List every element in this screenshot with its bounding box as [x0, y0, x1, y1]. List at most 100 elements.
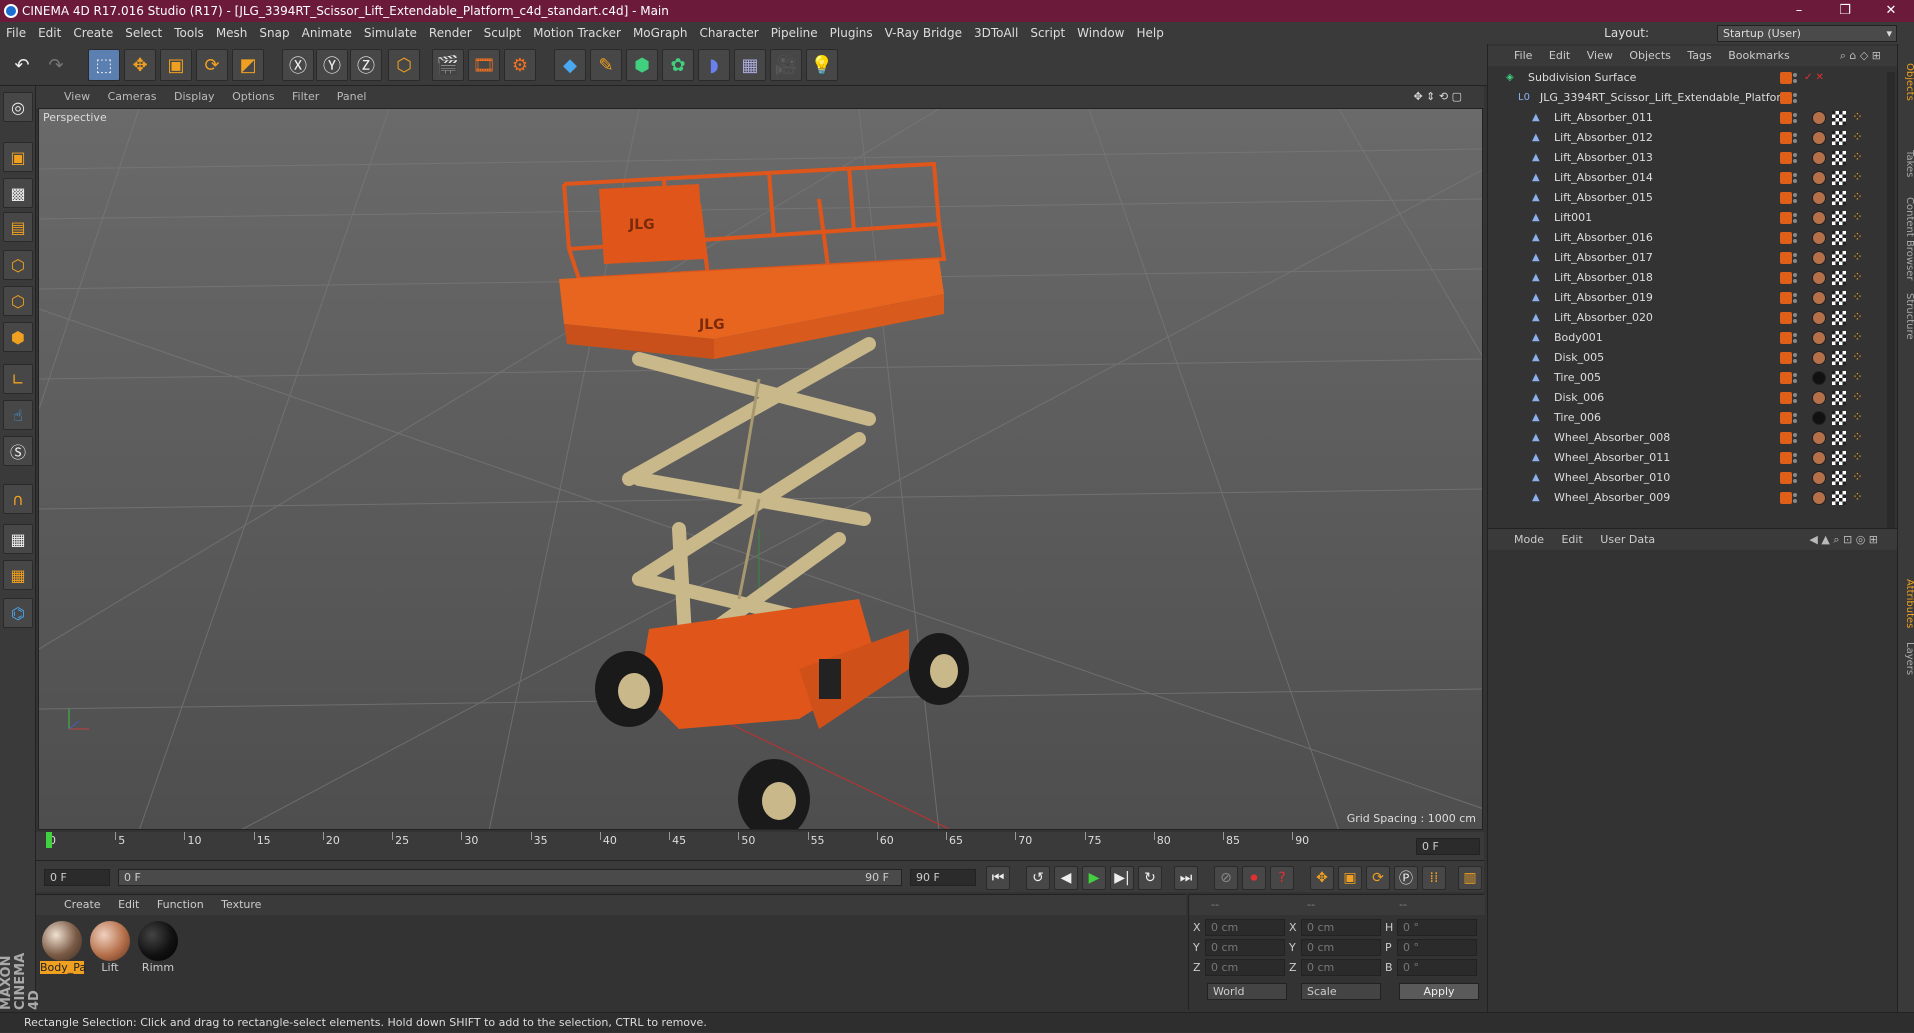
texture-tag-icon[interactable]	[1832, 291, 1846, 305]
coord-value-field[interactable]: 0 cm	[1205, 939, 1285, 956]
selection-tag-icon[interactable]: ⁘	[1852, 348, 1863, 368]
texture-tag-icon[interactable]	[1832, 171, 1846, 185]
obj-menu-tags[interactable]: Tags	[1687, 49, 1711, 62]
texture-tag-icon[interactable]	[1832, 491, 1846, 505]
layer-color-tag[interactable]	[1780, 232, 1792, 244]
material-tag-icon[interactable]	[1812, 411, 1826, 425]
material-tag-icon[interactable]	[1812, 251, 1826, 265]
menu-pipeline[interactable]: Pipeline	[765, 22, 824, 44]
coord-value-field[interactable]: 0 cm	[1301, 959, 1381, 976]
texture-tag-icon[interactable]	[1832, 251, 1846, 265]
material-tag-icon[interactable]	[1812, 431, 1826, 445]
coord-value-field[interactable]: 0 cm	[1301, 919, 1381, 936]
viewport-menu-cameras[interactable]: Cameras	[108, 90, 157, 103]
nurbs-icon[interactable]: ⬢	[626, 49, 658, 81]
key-rotation-icon[interactable]: ⟳	[1366, 866, 1390, 890]
attr-menu-edit[interactable]: Edit	[1561, 533, 1582, 546]
menu-mesh[interactable]: Mesh	[210, 22, 254, 44]
object-row[interactable]: ▲ Lift_Absorber_016 ⁘	[1488, 228, 1888, 248]
render-visibility-dot[interactable]	[1793, 119, 1797, 123]
object-row[interactable]: ▲ Wheel_Absorber_009 ⁘	[1488, 488, 1888, 508]
selection-tag-icon[interactable]: ⁘	[1852, 368, 1863, 388]
material-tag-icon[interactable]	[1812, 151, 1826, 165]
layer-color-tag[interactable]	[1780, 112, 1792, 124]
texture-tag-icon[interactable]	[1832, 151, 1846, 165]
obj-menu-objects[interactable]: Objects	[1629, 49, 1671, 62]
layer-color-tag[interactable]	[1780, 432, 1792, 444]
selection-tag-icon[interactable]: ⁘	[1852, 468, 1863, 488]
render-visibility-dot[interactable]	[1793, 399, 1797, 403]
render-visibility-dot[interactable]	[1793, 219, 1797, 223]
menu-sculpt[interactable]: Sculpt	[478, 22, 527, 44]
3d-viewport[interactable]: JLG JLG Perspective Grid Spacing: 1000 …	[38, 108, 1483, 830]
object-list-scrollbar[interactable]	[1887, 72, 1895, 542]
end-frame-field[interactable]: 0 F	[1416, 838, 1480, 855]
tab-takes[interactable]: Takes	[1898, 144, 1914, 184]
layer-color-tag[interactable]	[1780, 312, 1792, 324]
layer-color-tag[interactable]	[1780, 372, 1792, 384]
material-menu-function[interactable]: Function	[157, 898, 204, 911]
render-visibility-dot[interactable]	[1793, 99, 1797, 103]
render-visibility-dot[interactable]	[1793, 79, 1797, 83]
selection-tag-icon[interactable]: ⁘	[1852, 208, 1863, 228]
material-tag-icon[interactable]	[1812, 211, 1826, 225]
menu-motion-tracker[interactable]: Motion Tracker	[527, 22, 627, 44]
record-keys-icon[interactable]: ⏺	[1242, 866, 1266, 890]
selection-tag-icon[interactable]: ⁘	[1852, 188, 1863, 208]
points-mode-icon[interactable]: ⬡	[3, 250, 33, 280]
coord-value-field[interactable]: 0 cm	[1205, 959, 1285, 976]
magnet-icon[interactable]: ∩	[3, 484, 33, 514]
layer-color-tag[interactable]	[1780, 412, 1792, 424]
material-menu-edit[interactable]: Edit	[118, 898, 139, 911]
obj-menu-edit[interactable]: Edit	[1549, 49, 1570, 62]
key-scale-icon[interactable]: ▣	[1338, 866, 1362, 890]
selection-tag-icon[interactable]: ⁘	[1852, 108, 1863, 128]
timeline-playhead[interactable]	[46, 832, 52, 848]
render-visibility-dot[interactable]	[1793, 319, 1797, 323]
coord-value-field[interactable]: 0 °	[1397, 939, 1477, 956]
menu-script[interactable]: Script	[1024, 22, 1071, 44]
render-visibility-dot[interactable]	[1793, 479, 1797, 483]
viewport-menu-options[interactable]: Options	[232, 90, 274, 103]
material-swatch[interactable]: Body_Pa	[40, 919, 86, 977]
previous-key-icon[interactable]: ↺	[1026, 866, 1050, 890]
material-tag-icon[interactable]	[1812, 191, 1826, 205]
menu-character[interactable]: Character	[693, 22, 764, 44]
editor-visibility-dot[interactable]	[1793, 233, 1797, 237]
auto-keying-icon[interactable]: ?	[1270, 866, 1294, 890]
tab-structure[interactable]: Structure	[1898, 289, 1914, 344]
viewport-menu-filter[interactable]: Filter	[292, 90, 319, 103]
texture-tag-icon[interactable]	[1832, 331, 1846, 345]
viewport-menu-display[interactable]: Display	[174, 90, 215, 103]
editor-visibility-dot[interactable]	[1793, 473, 1797, 477]
render-visibility-dot[interactable]	[1793, 419, 1797, 423]
editor-visibility-dot[interactable]	[1793, 73, 1797, 77]
key-position-icon[interactable]: ✥	[1310, 866, 1334, 890]
coord-value-field[interactable]: 0 cm	[1301, 939, 1381, 956]
apply-button[interactable]: Apply	[1399, 983, 1479, 1000]
menu-render[interactable]: Render	[423, 22, 478, 44]
material-tag-icon[interactable]	[1812, 171, 1826, 185]
editor-visibility-dot[interactable]	[1793, 373, 1797, 377]
go-to-start-icon[interactable]: ⏮	[986, 866, 1010, 890]
menu-help[interactable]: Help	[1130, 22, 1169, 44]
make-editable-icon[interactable]: ◎	[3, 92, 33, 122]
layout-select[interactable]: Startup (User) ▾	[1717, 25, 1897, 42]
editor-visibility-dot[interactable]	[1793, 153, 1797, 157]
x-axis-lock-icon[interactable]: Ⓧ	[282, 49, 314, 81]
render-visibility-dot[interactable]	[1793, 179, 1797, 183]
layer-color-tag[interactable]	[1780, 212, 1792, 224]
texture-mode-icon[interactable]: ▩	[3, 178, 33, 208]
editor-visibility-dot[interactable]	[1793, 453, 1797, 457]
render-visibility-dot[interactable]	[1793, 359, 1797, 363]
layer-color-tag[interactable]	[1780, 272, 1792, 284]
render-visibility-dot[interactable]	[1793, 239, 1797, 243]
texture-tag-icon[interactable]	[1832, 411, 1846, 425]
selection-tag-icon[interactable]: ⁘	[1852, 228, 1863, 248]
close-button[interactable]: ✕	[1868, 0, 1914, 22]
layer-color-tag[interactable]	[1780, 352, 1792, 364]
material-tag-icon[interactable]	[1812, 391, 1826, 405]
key-pla-icon[interactable]: ⁞⁞	[1422, 866, 1446, 890]
layer-color-tag[interactable]	[1780, 492, 1792, 504]
layer-color-tag[interactable]	[1780, 392, 1792, 404]
